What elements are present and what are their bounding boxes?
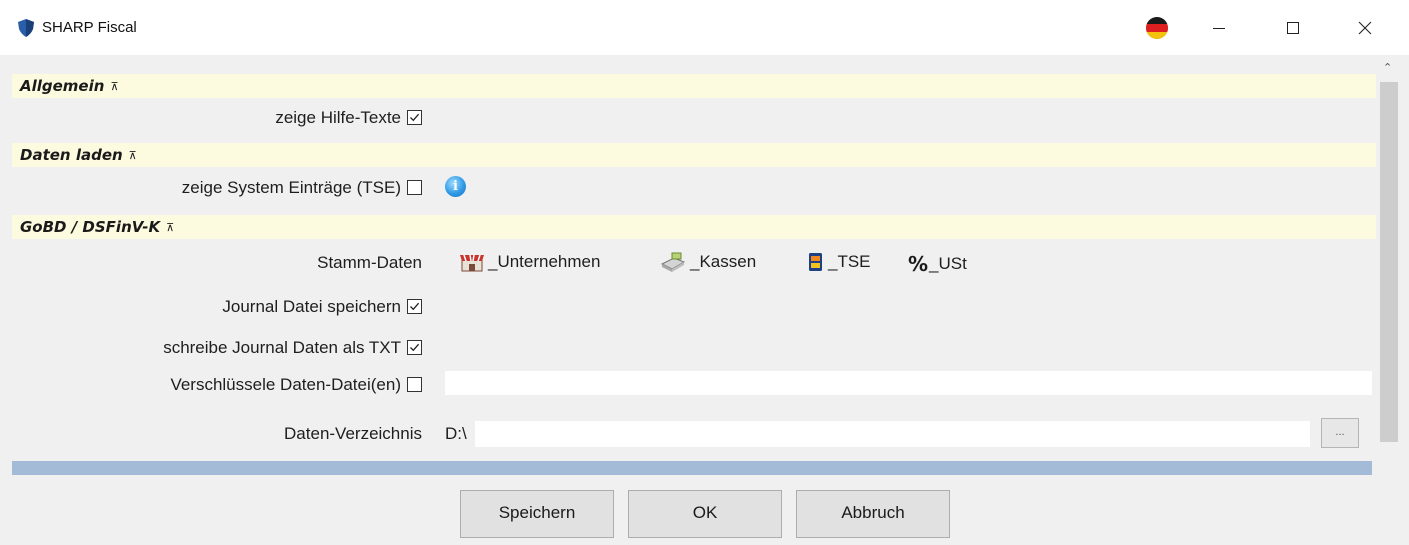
collapse-icon[interactable]: ⊼ xyxy=(129,144,137,168)
checkmark-icon xyxy=(410,113,420,122)
shield-icon xyxy=(18,19,34,37)
checkmark-icon xyxy=(410,343,420,352)
section-header-allgemein[interactable]: Allgemein ⊼ xyxy=(12,74,1376,98)
save-button[interactable]: Speichern xyxy=(460,490,614,538)
section-title: GoBD / DSFinV-K xyxy=(20,218,161,236)
system-eintraege-checkbox[interactable] xyxy=(407,180,422,195)
store-icon xyxy=(460,254,484,272)
section-title: Allgemein xyxy=(20,77,105,95)
hilfe-texte-label: zeige Hilfe-Texte xyxy=(275,108,401,127)
progress-bar xyxy=(12,461,1372,475)
window-title: SHARP Fiscal xyxy=(42,19,137,36)
browse-button[interactable]: ... xyxy=(1321,418,1359,448)
daten-verzeichnis-label: Daten-Verzeichnis xyxy=(284,424,422,443)
ok-button[interactable]: OK xyxy=(628,490,782,538)
minimize-button[interactable] xyxy=(1196,8,1242,48)
settings-panel: Allgemein ⊼ zeige Hilfe-Texte Daten laden… xyxy=(0,55,1409,545)
journal-txt-label: schreibe Journal Daten als TXT xyxy=(163,338,401,357)
checkmark-icon xyxy=(410,302,420,311)
tse-device-icon xyxy=(809,253,822,271)
stamm-link-ust[interactable]: % _USt xyxy=(908,252,967,276)
maximize-button[interactable] xyxy=(1270,8,1316,48)
journal-speichern-checkbox[interactable] xyxy=(407,299,422,314)
section-title: Daten laden xyxy=(20,146,123,164)
stamm-link-label: _TSE xyxy=(828,252,871,271)
collapse-icon[interactable]: ⊼ xyxy=(166,216,174,240)
close-button[interactable] xyxy=(1342,8,1388,48)
cancel-button[interactable]: Abbruch xyxy=(796,490,950,538)
stamm-daten-label: Stamm-Daten xyxy=(317,253,422,272)
percent-icon: % xyxy=(908,252,929,276)
stamm-link-label: _Kassen xyxy=(690,252,757,271)
verschluessele-checkbox[interactable] xyxy=(407,377,422,392)
stamm-link-label: _USt xyxy=(929,254,967,273)
section-header-gobd[interactable]: GoBD / DSFinV-K ⊼ xyxy=(12,215,1376,239)
scroll-thumb[interactable] xyxy=(1380,82,1398,442)
daten-verzeichnis-input[interactable] xyxy=(475,421,1310,447)
maximize-icon xyxy=(1287,22,1299,34)
hilfe-texte-checkbox[interactable] xyxy=(407,110,422,125)
stamm-link-tse[interactable]: _TSE xyxy=(806,252,871,272)
german-flag-icon[interactable] xyxy=(1146,17,1168,39)
journal-txt-checkbox[interactable] xyxy=(407,340,422,355)
vertical-scrollbar[interactable]: ⌃ xyxy=(1378,55,1400,545)
cash-register-icon xyxy=(660,252,686,272)
journal-speichern-label: Journal Datei speichern xyxy=(222,297,401,316)
stamm-link-label: _Unternehmen xyxy=(488,252,601,271)
verschluessele-label: Verschlüssele Daten-Datei(en) xyxy=(170,375,401,394)
system-eintraege-label: zeige System Einträge (TSE) xyxy=(181,178,401,197)
collapse-icon[interactable]: ⊼ xyxy=(110,75,118,99)
daten-verzeichnis-prefix: D:\ xyxy=(445,424,467,443)
close-icon xyxy=(1358,21,1372,35)
scroll-up-icon[interactable]: ⌃ xyxy=(1383,61,1392,74)
password-field[interactable] xyxy=(445,371,1372,395)
section-header-daten-laden[interactable]: Daten laden ⊼ xyxy=(12,143,1376,167)
info-icon[interactable]: i xyxy=(445,176,466,197)
minimize-icon xyxy=(1213,28,1225,29)
stamm-link-kassen[interactable]: _Kassen xyxy=(660,252,756,272)
stamm-link-unternehmen[interactable]: _Unternehmen xyxy=(460,252,600,272)
title-bar: SHARP Fiscal xyxy=(0,0,1409,55)
